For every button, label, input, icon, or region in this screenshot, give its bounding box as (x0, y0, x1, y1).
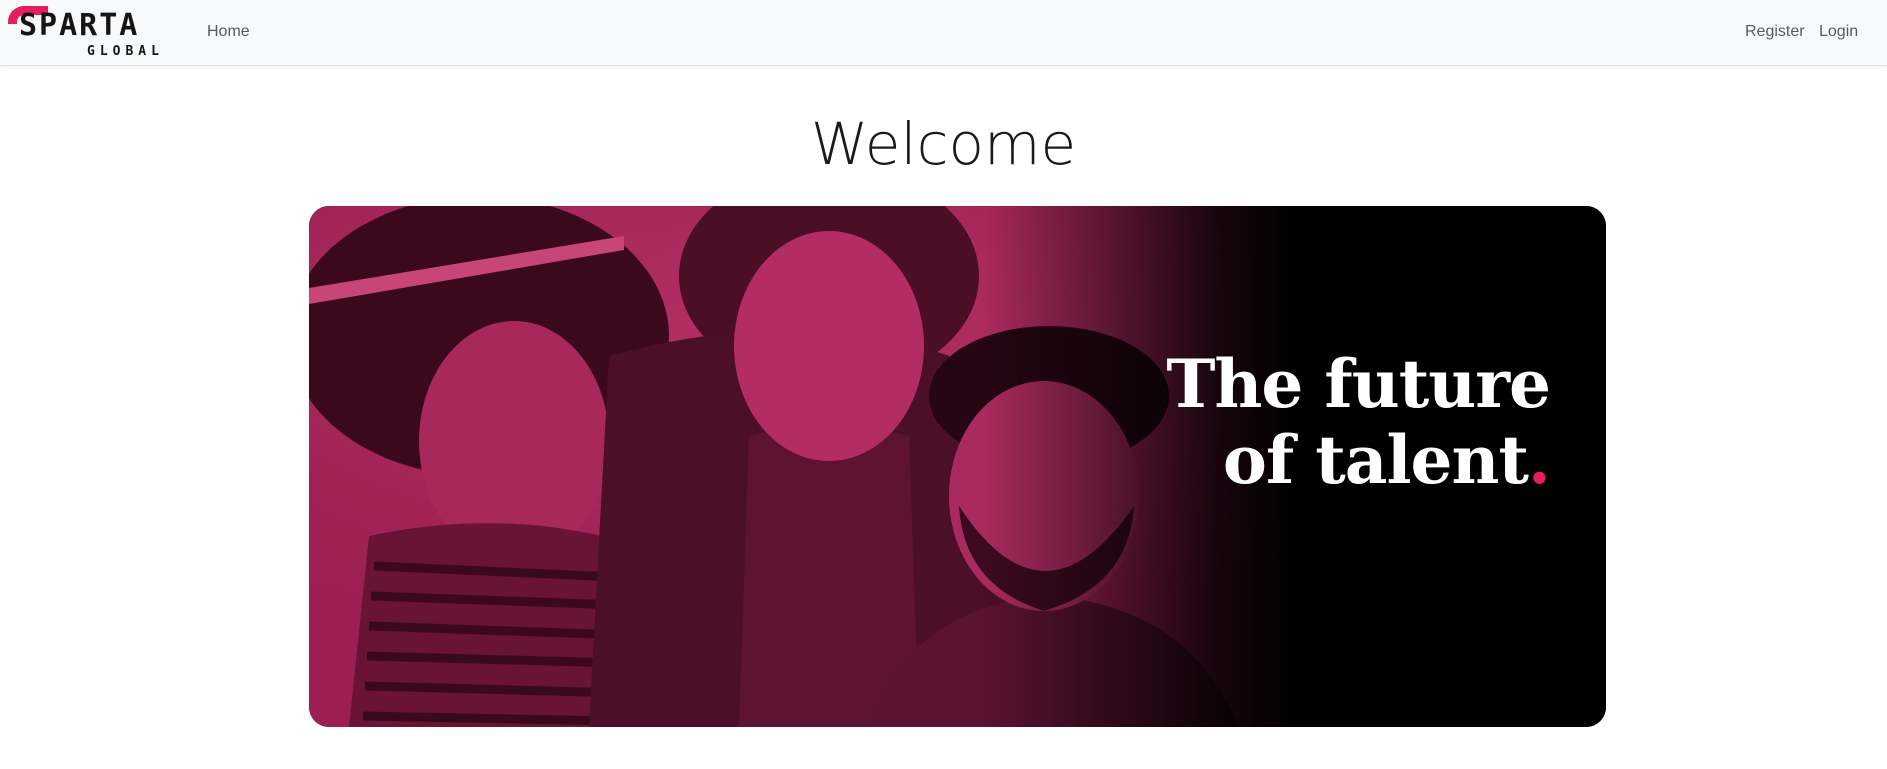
nav-register-link[interactable]: Register (1745, 22, 1805, 42)
page-title: Welcome (810, 110, 1077, 178)
hero-accent-dot: . (1528, 421, 1551, 499)
hero-line-1: The future (1166, 345, 1551, 423)
hero-tagline: The future of talent. (1166, 345, 1551, 499)
hero-line-2-text: of talent (1222, 421, 1529, 499)
hero-line-2: of talent. (1166, 421, 1551, 499)
top-navbar: SPARTA GLOBAL Home Register Login (0, 0, 1887, 66)
brand-wordmark: SPARTA (19, 8, 140, 43)
brand-logo[interactable]: SPARTA GLOBAL (6, 2, 162, 62)
hero-banner: The future of talent. (309, 206, 1606, 727)
nav-login-link[interactable]: Login (1819, 22, 1858, 42)
nav-home-link[interactable]: Home (207, 22, 250, 42)
brand-subtitle: GLOBAL (87, 44, 164, 59)
